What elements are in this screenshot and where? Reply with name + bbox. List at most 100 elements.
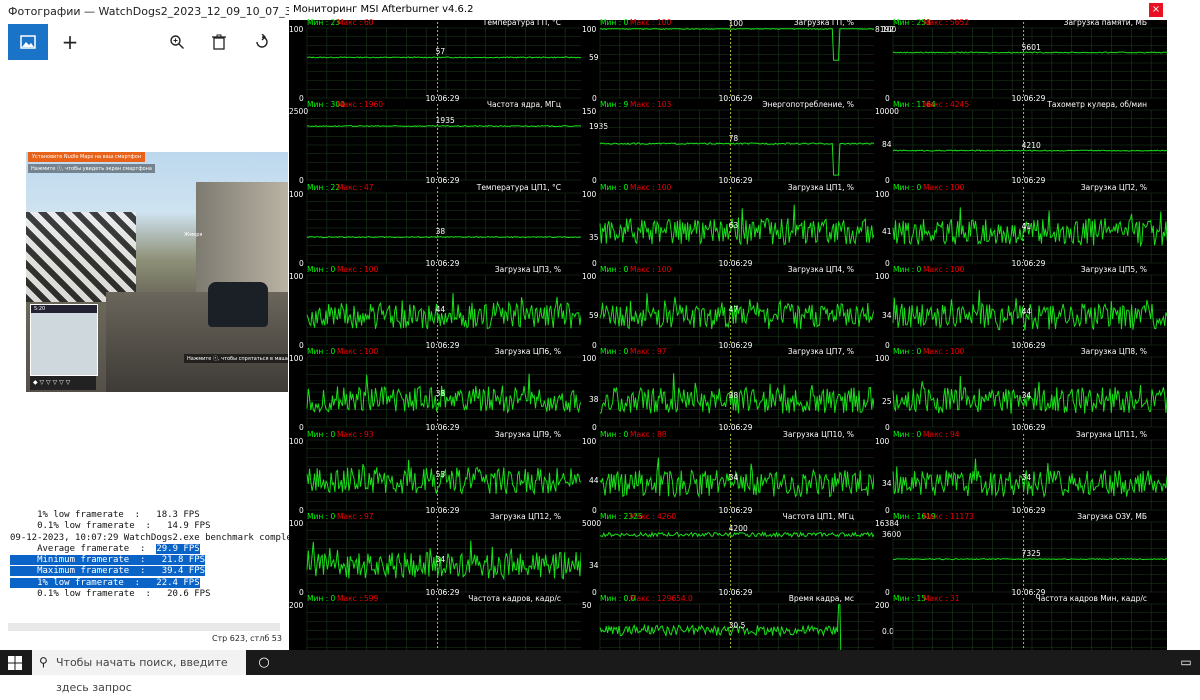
- graph-ymax: 100: [875, 271, 890, 281]
- game-hint: Нажмите ⓡ, чтобы увидеть экран смартфона: [28, 164, 155, 173]
- game-minimap: 5:20: [30, 304, 98, 376]
- graph-cursor-value: 34: [1021, 472, 1032, 482]
- game-screenshot: Установите Nudle Maps на ваш смартфон На…: [26, 152, 288, 392]
- notification-icon[interactable]: ▭: [1172, 650, 1200, 675]
- graph-min-label: Мин : 0: [600, 429, 629, 439]
- graph-max-label: Макс : 100: [337, 347, 379, 357]
- graph-series: [892, 557, 1167, 561]
- game-location: Жмеря: [184, 232, 203, 238]
- graph-min-label: Мин : 0: [600, 182, 629, 192]
- graph-series: [306, 125, 581, 128]
- graph-max-label: Макс : 31: [923, 594, 960, 604]
- graph-series: [892, 51, 1167, 54]
- log-line: 0.1% low framerate : 14.9 FPS: [10, 521, 211, 532]
- close-icon[interactable]: ×: [1149, 3, 1163, 17]
- graph-max-label: Макс : 100: [630, 18, 672, 27]
- graph-ymax: 100: [289, 25, 304, 34]
- monitor-graph: Мин : 9 Макс : 103 Энергопотребление, % 150…: [582, 100, 892, 185]
- graph-plot: [892, 22, 1167, 99]
- graph-max-label: Макс : 47: [337, 182, 374, 192]
- graph-title: Тахометр кулера, об/мин: [1047, 100, 1147, 110]
- graph-max-label: Макс : 97: [337, 511, 374, 521]
- graph-title: Частота ядра, МГц: [486, 100, 561, 110]
- graph-title: Загрузка ЦП12, %: [490, 511, 561, 521]
- graph-title: Загрузка ЦП11, %: [1076, 429, 1147, 439]
- monitor-graph: Мин : 0 Макс : 100 Загрузка ЦП1, % 100 0 10:0…: [582, 182, 892, 268]
- horizontal-scrollbar[interactable]: [8, 623, 280, 631]
- log-line: 1% low framerate : 22.4 FPS: [10, 577, 200, 588]
- graph-min-label: Мин : 22: [307, 182, 341, 192]
- graph-title: Частота кадров, кадр/с: [468, 594, 561, 604]
- benchmark-log: 1% low framerate : 18.3 FPS 0.1% low fra…: [0, 510, 290, 655]
- graph-title: Загрузка ЦП3, %: [494, 264, 561, 274]
- graph-ymax: 8192: [875, 25, 895, 34]
- log-line: 1% low framerate : 18.3 FPS: [10, 510, 200, 520]
- cortana-icon[interactable]: ○: [252, 650, 276, 675]
- monitor-graph: Мин : 0 Макс : 100 Загрузка ЦП8, % 100 0 10:0…: [875, 347, 1185, 432]
- graph-cursor-value: 53: [435, 470, 446, 480]
- monitor-graph: Мин : 0 Макс : 100 Загрузка ЦП5, % 100 0 10:0…: [875, 264, 1185, 350]
- graph-min-label: Мин : 0: [307, 347, 336, 357]
- delete-icon[interactable]: [199, 24, 239, 60]
- graph-title: Энергопотребление, %: [762, 100, 854, 110]
- graph-cursor-value: 44: [435, 305, 446, 315]
- graph-min-label: Мин : 0: [307, 264, 336, 274]
- monitor-graph: Мин : 2325 Макс : 4260 Частота ЦП1, МГц 500…: [582, 512, 901, 597]
- graph-max-label: Макс : 97: [630, 347, 667, 357]
- gallery-icon[interactable]: [8, 24, 48, 60]
- graph-title: Загрузка ЦП1, %: [787, 182, 854, 192]
- photos-title: Фотографии — WatchDogs2_2023_12_09_10_07…: [0, 0, 290, 24]
- monitor-graph: Мин : 0 Макс : 97 Загрузка ЦП7, % 100 0 10:06…: [582, 347, 892, 432]
- graph-max-label: Макс : 100: [923, 264, 965, 274]
- graph-max-label: Макс : 4245: [923, 100, 970, 110]
- log-line: Minimum framerate : 21.8 FPS: [10, 555, 206, 566]
- graph-ymax: 100: [289, 189, 304, 199]
- graph-min-label: Мин : 0: [893, 347, 922, 357]
- graph-min-label: Мин : 0: [307, 594, 336, 604]
- graph-max-label: Макс : 129654.0: [630, 594, 693, 604]
- monitor-graph: Мин : 0 Макс : 93 Загрузка ЦП9, % 100 0 10:06…: [289, 430, 599, 515]
- graph-title: Время кадра, мс: [788, 594, 854, 604]
- graph-max-label: Макс : 103: [630, 100, 672, 110]
- graph-cursor-value: 1935: [435, 116, 455, 126]
- graph-max-label: Макс : 88: [630, 429, 667, 439]
- graph-title: Температура ГП, °C: [482, 18, 561, 27]
- graph-ymax: 200: [289, 601, 304, 611]
- monitor-graph: Мин : 0 Макс : 97 Загрузка ЦП12, % 100 0 10:0…: [289, 511, 599, 597]
- graph-cursor-value: 38: [435, 389, 446, 399]
- windows-start-icon[interactable]: [0, 650, 30, 675]
- monitor-graph: Мин : 0 Макс : 88 Загрузка ЦП10, % 100 0 10:0…: [582, 429, 892, 515]
- graph-plot: [306, 104, 581, 181]
- graph-min-label: Мин : 9: [600, 100, 629, 110]
- graph-ymax: 100: [289, 436, 304, 446]
- graph-max-label: Макс : 100: [630, 264, 672, 274]
- add-icon[interactable]: +: [50, 24, 90, 60]
- log-line: Average framerate : 29.9 FPS: [10, 543, 200, 554]
- rotate-icon[interactable]: [242, 24, 282, 60]
- graph-ymax: 100: [582, 189, 597, 199]
- log-line: 09-12-2023, 10:07:29 WatchDogs2.exe benc…: [10, 532, 290, 543]
- graph-ymax: 50: [582, 601, 592, 611]
- graph-series: [599, 142, 874, 176]
- zoom-icon[interactable]: [157, 24, 197, 60]
- graph-ymax: 150: [582, 107, 597, 117]
- afterburner-window: Мониторинг MSI Afterburner v4.6.2 × Мин …: [289, 0, 1194, 679]
- photos-toolbar: +: [0, 24, 290, 60]
- graph-cursor-value: 5601: [1021, 42, 1041, 52]
- graph-ymax: 2500: [289, 107, 309, 117]
- graph-min-label: Мин : 0: [600, 347, 629, 357]
- monitor-graph: Мин : 0 Макс : 100 Загрузка ЦП6, % 100 0 10:0…: [289, 347, 599, 432]
- car: [208, 282, 268, 327]
- graph-title: Загрузка ОЗУ, МБ: [1077, 511, 1147, 521]
- taskbar-search-input[interactable]: ⚲ Чтобы начать поиск, введите здесь запр…: [32, 650, 246, 694]
- graph-max-label: Макс : 60: [337, 18, 374, 27]
- graph-title: Загрузка ЦП7, %: [787, 347, 854, 357]
- graph-max-label: Макс : 100: [630, 182, 672, 192]
- graph-min-label: Мин : 0: [893, 429, 922, 439]
- graph-cursor-value: 34: [435, 555, 446, 565]
- game-prompt: Нажмите ⓡ, чтобы спрятаться в машине: [184, 354, 288, 363]
- graph-cursor-value: 34: [1021, 390, 1032, 400]
- graph-ymax: 16384: [875, 518, 899, 528]
- monitor-graph: Мин : 253 Макс : 5652 Загрузка памяти, МБ 8…: [875, 18, 1194, 103]
- graph-ymax: 100: [289, 354, 304, 364]
